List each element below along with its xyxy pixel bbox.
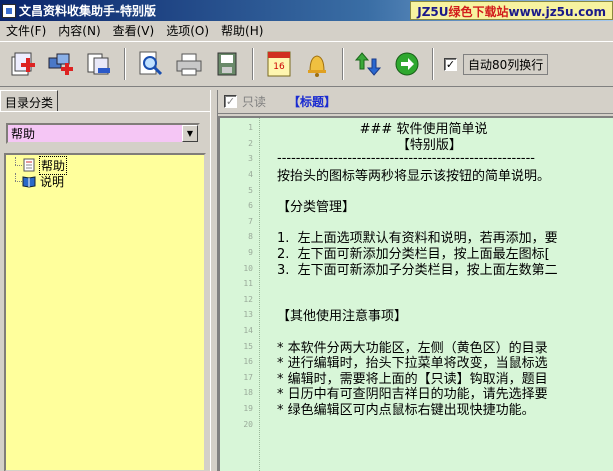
- tree-line: [10, 173, 22, 189]
- line-number: 2: [248, 138, 253, 148]
- editor-line: 6 【分类管理】: [220, 198, 613, 216]
- menu-help[interactable]: 帮助(H): [215, 22, 269, 39]
- category-select[interactable]: 帮助 ▼: [6, 123, 200, 144]
- title-bar: 文昌资料收集助手-特别版 JZ5U绿色下载站www.jz5u.com: [0, 0, 613, 21]
- line-number: 12: [243, 294, 253, 304]
- editor-line: 20: [220, 416, 613, 432]
- tree-line: [10, 157, 22, 173]
- tree-item-help[interactable]: 帮助: [10, 155, 200, 175]
- menu-content[interactable]: 内容(N): [52, 22, 106, 39]
- auto-wrap-label: 自动80列换行: [463, 53, 549, 75]
- line-number: 6: [248, 201, 253, 211]
- menu-options[interactable]: 选项(O): [160, 22, 215, 39]
- readonly-checkbox[interactable]: ✓: [224, 95, 237, 108]
- bell-icon: [308, 55, 326, 77]
- line-text: * 绿色编辑区可内点鼠标右键出现快捷功能。: [277, 403, 535, 419]
- add-category-button[interactable]: [5, 46, 41, 82]
- line-text: 【其他使用注意事项】: [277, 309, 408, 325]
- up-down-arrows-icon: [354, 52, 382, 76]
- line-number: 17: [243, 372, 253, 382]
- toolbar-separator: [432, 48, 434, 80]
- up-down-button[interactable]: [351, 46, 387, 82]
- go-button[interactable]: [389, 46, 425, 82]
- app-icon: [2, 3, 16, 18]
- toolbar-separator: [342, 48, 344, 80]
- save-button[interactable]: [209, 46, 245, 82]
- line-number: 8: [248, 232, 253, 242]
- search-icon: [139, 51, 163, 76]
- line-text: 【分类管理】: [277, 200, 356, 216]
- line-number: 13: [243, 310, 253, 320]
- bell-button[interactable]: [299, 46, 335, 82]
- line-number: 14: [243, 326, 253, 336]
- watermark-prefix: JZ5U: [417, 5, 449, 19]
- toolbar: 16 ✓ 自动80列换行: [0, 41, 613, 87]
- line-number: 4: [248, 170, 253, 180]
- calendar-button[interactable]: 16: [261, 46, 297, 82]
- line-text: 按抬头的图标等两秒将显示该按钮的简单说明。: [277, 169, 551, 185]
- line-number: 15: [243, 341, 253, 351]
- tree-item-label: 说明: [40, 174, 65, 189]
- line-number: 9: [248, 248, 253, 258]
- left-panel: 帮助 ▼ 帮助 说明: [0, 111, 210, 471]
- line-number: 20: [243, 419, 253, 429]
- add-category-icon: [11, 52, 35, 76]
- save-icon: [217, 52, 237, 76]
- line-text: 【特别版】: [277, 137, 462, 153]
- readonly-label: 只读: [242, 95, 267, 109]
- line-number: 10: [243, 263, 253, 273]
- printer-icon: [176, 53, 202, 76]
- editor-line: 2 【特别版】: [220, 136, 613, 153]
- search-button[interactable]: [133, 46, 169, 82]
- window-title: 文昌资料收集助手-特别版: [19, 4, 156, 18]
- line-number: 1: [248, 123, 253, 133]
- auto-wrap-option: ✓ 自动80列换行: [444, 53, 549, 75]
- document-icon: [23, 158, 35, 172]
- line-number: 11: [243, 279, 253, 289]
- line-text: 3. 左下面可新添加子分类栏目，按上面左数第二: [277, 262, 558, 278]
- add-subcategory-button[interactable]: [43, 46, 79, 82]
- panel-splitter[interactable]: [210, 90, 218, 471]
- toolbar-separator: [252, 48, 254, 80]
- delete-category-button[interactable]: [81, 46, 117, 82]
- delete-category-icon: [87, 53, 110, 75]
- tab-directory-categories[interactable]: 目录分类: [0, 90, 58, 112]
- tree-item-readme[interactable]: 说明: [10, 173, 200, 189]
- editor-line: 11: [220, 276, 613, 292]
- text-editor[interactable]: 1 ### 软件使用简单说 2 【特别版】 3 -------------------…: [218, 116, 613, 471]
- menu-bar: 文件(F) 内容(N) 查看(V) 选项(O) 帮助(H): [0, 21, 613, 40]
- book-icon: [22, 176, 36, 188]
- line-number: 19: [243, 404, 253, 414]
- add-subcategory-icon: [48, 53, 73, 75]
- app-window: 文昌资料收集助手-特别版 JZ5U绿色下载站www.jz5u.com 文件(F)…: [0, 0, 613, 471]
- editor-line: 10 3. 左下面可新添加子分类栏目，按上面左数第二: [220, 260, 613, 278]
- auto-wrap-checkbox[interactable]: ✓: [444, 57, 457, 71]
- menu-view[interactable]: 查看(V): [107, 22, 161, 39]
- line-number: 3: [248, 154, 253, 164]
- line-number: 18: [243, 388, 253, 398]
- line-number: 7: [248, 216, 253, 226]
- svg-text:16: 16: [273, 62, 285, 72]
- calendar-icon: 16: [267, 51, 291, 77]
- watermark-accent: 绿色下载站: [448, 5, 509, 19]
- go-arrow-icon: [395, 52, 419, 76]
- chevron-down-icon[interactable]: ▼: [182, 125, 198, 142]
- line-number: 16: [243, 357, 253, 367]
- menu-file[interactable]: 文件(F): [0, 22, 52, 39]
- watermark-suffix: www.jz5u.com: [508, 5, 606, 19]
- editor-line: 4 按抬头的图标等两秒将显示该按钮的简单说明。: [220, 167, 613, 185]
- editor-header: ✓ 只读 【标题】: [218, 90, 613, 114]
- editor-line: 13 【其他使用注意事项】: [220, 307, 613, 325]
- watermark-banner: JZ5U绿色下载站www.jz5u.com: [410, 1, 613, 20]
- category-select-value: 帮助: [11, 127, 36, 141]
- line-number: 5: [248, 185, 253, 195]
- editor-line: 19 * 绿色编辑区可内点鼠标右键出现快捷功能。: [220, 401, 613, 419]
- toolbar-separator: [124, 48, 126, 80]
- title-field[interactable]: 【标题】: [288, 93, 336, 110]
- category-tree: 帮助 说明: [4, 153, 206, 471]
- print-button[interactable]: [171, 46, 207, 82]
